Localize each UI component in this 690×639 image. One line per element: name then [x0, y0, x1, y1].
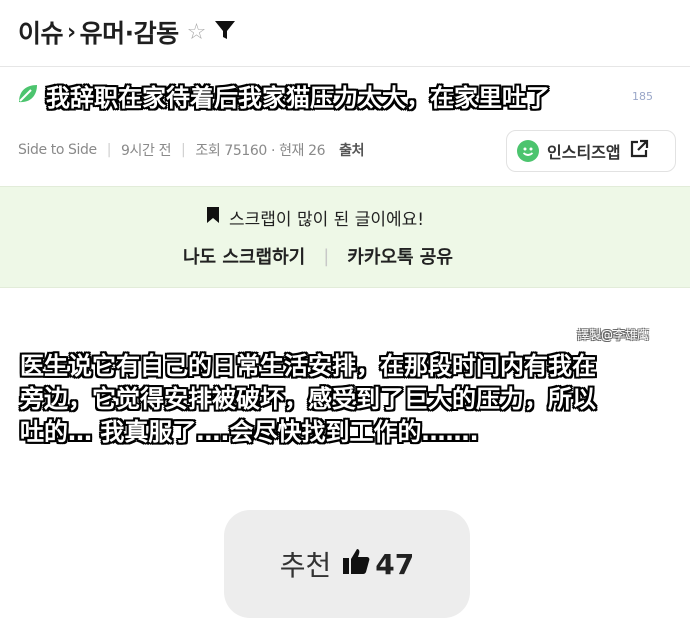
divider: | [106, 142, 112, 158]
post-body: 医生说它有自己的日常生活安排，在那段时间内有我在 旁边，它觉得安排被破坏，感受到… [20, 352, 596, 446]
comment-count[interactable]: 185 [632, 90, 653, 103]
recommend-button[interactable]: 추천 47 [224, 510, 470, 618]
recommend-label: 추천 [279, 549, 332, 582]
post-title-row: 我辞职在家待着后我家猫压力太大，在家里吐了 185 [0, 66, 690, 128]
app-button-label: 인스티즈앱 [547, 143, 621, 162]
scrap-banner: 스크랩이 많이 된 글이에요! 나도 스크랩하기 | 카카오톡 공유 [0, 186, 690, 288]
post-title: 我辞职在家待着后我家猫压力太大，在家里吐了 [46, 84, 550, 112]
post-meta: Side to Side | 9시간 전 | 조회 75160 · 현재 26 … [18, 140, 364, 160]
bookmark-icon [205, 206, 221, 229]
smile-icon [517, 140, 539, 162]
source-link[interactable]: 출처 [339, 140, 364, 160]
breadcrumb: 이슈 › 유머·감동 ☆ [18, 14, 236, 50]
kakao-share-button[interactable]: 카카오톡 공유 [347, 243, 453, 269]
post-time: 9시간 전 [121, 143, 172, 159]
leaf-icon [16, 82, 40, 110]
divider: | [323, 245, 330, 267]
external-link-icon [629, 139, 649, 163]
star-icon[interactable]: ☆ [187, 20, 207, 45]
chevron-right-icon: › [67, 19, 76, 45]
breadcrumb-root[interactable]: 이슈 [18, 14, 64, 50]
filter-icon[interactable] [214, 18, 236, 47]
watermark: 譯製@李雄鹰 [577, 328, 650, 342]
top-navigation: 이슈 › 유머·감동 ☆ [0, 0, 690, 67]
scrap-actions: 나도 스크랩하기 | 카카오톡 공유 [183, 243, 453, 269]
view-count: 조회 75160 · 현재 26 [195, 143, 326, 159]
recommend-count: 47 [375, 547, 415, 581]
thumbs-up-icon [341, 546, 371, 583]
open-in-app-button[interactable]: 인스티즈앱 [506, 130, 676, 172]
scrap-button[interactable]: 나도 스크랩하기 [183, 243, 305, 269]
scrap-message-text: 스크랩이 많이 된 글이에요! [229, 210, 425, 230]
divider: | [181, 142, 186, 158]
scrap-message: 스크랩이 많이 된 글이에요! [205, 205, 424, 230]
author-name[interactable]: Side to Side [18, 142, 97, 158]
breadcrumb-category[interactable]: 유머·감동 [80, 14, 180, 50]
